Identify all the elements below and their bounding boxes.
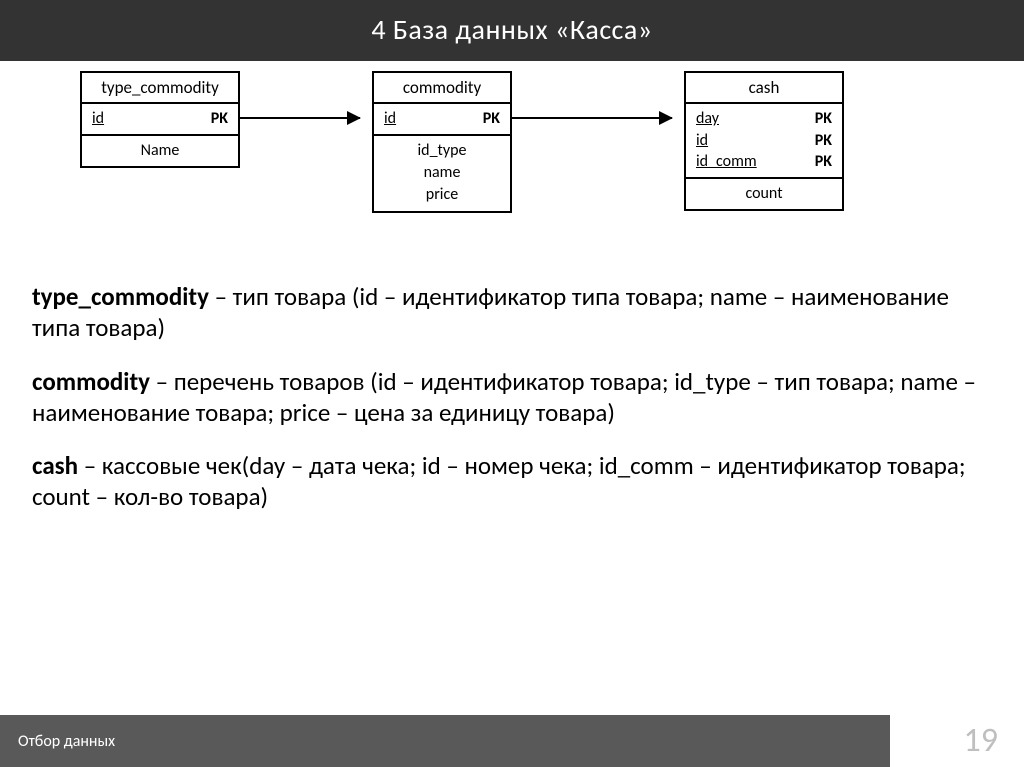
slide-title: 4 База данных «Касса» <box>0 0 1024 61</box>
description-block: type_commodity – тип товара (id – иденти… <box>32 281 992 513</box>
pk-field: day <box>696 108 719 130</box>
pk-field: id_comm <box>696 151 757 173</box>
entity-attr: price <box>384 184 500 206</box>
pk-label: PK <box>815 151 832 173</box>
description-line: type_commodity – тип товара (id – иденти… <box>32 281 992 344</box>
pk-field: id <box>92 108 104 130</box>
pk-label: PK <box>483 108 500 130</box>
entity-attr: Name <box>82 136 238 166</box>
entity-attr: count <box>686 179 842 209</box>
pk-field: id <box>384 108 396 130</box>
entity-type-commodity: type_commodity id PK Name <box>80 71 240 168</box>
entity-cash: cash day PK id PK id_comm PK count <box>684 71 844 211</box>
footer-text: Отбор данных <box>0 715 890 767</box>
pk-field: id <box>696 130 708 152</box>
description-line: commodity – перечень товаров (id – идент… <box>32 366 992 429</box>
relationship-arrow <box>512 117 672 119</box>
slide-footer: Отбор данных 19 <box>0 715 1024 767</box>
pk-label: PK <box>815 130 832 152</box>
page-number: 19 <box>964 720 998 761</box>
entity-header: type_commodity <box>82 73 238 104</box>
entity-header: commodity <box>374 73 510 104</box>
pk-label: PK <box>211 108 228 130</box>
entity-attr: name <box>384 162 500 184</box>
relationship-arrow <box>240 117 360 119</box>
entity-header: cash <box>686 73 842 104</box>
entity-commodity: commodity id PK id_type name price <box>372 71 512 213</box>
description-line: cash – кассовые чек(day – дата чека; id … <box>32 450 992 513</box>
er-diagram: type_commodity id PK Name commodity id P… <box>40 71 984 251</box>
entity-attr: id_type <box>384 140 500 162</box>
pk-label: PK <box>815 108 832 130</box>
